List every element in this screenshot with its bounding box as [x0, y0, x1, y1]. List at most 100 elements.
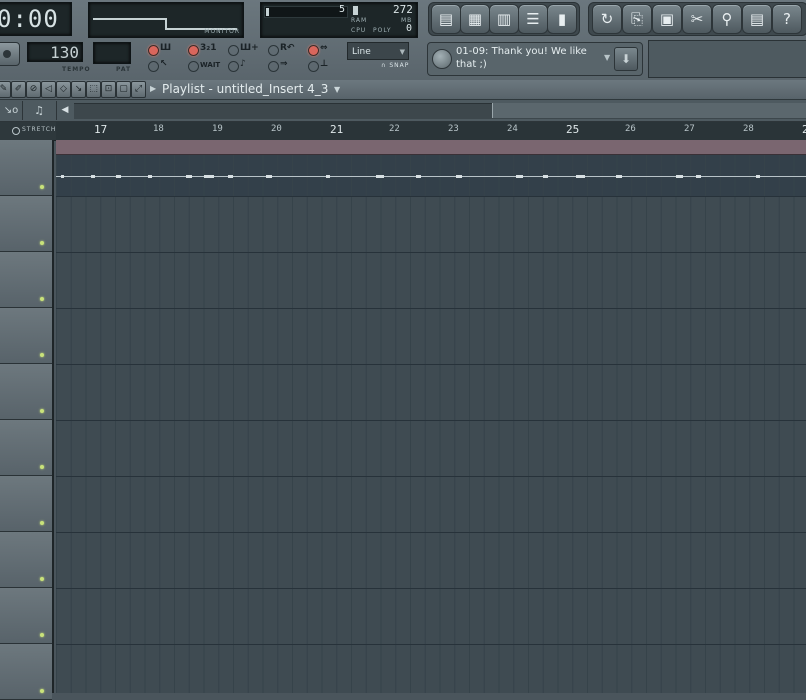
- track-enable-led[interactable]: [40, 633, 44, 637]
- track-enable-led[interactable]: [40, 409, 44, 413]
- track-headers: [0, 140, 54, 700]
- monitor-wave-line: [93, 18, 165, 20]
- mute-tool-icon[interactable]: ◁: [41, 81, 56, 98]
- tempo-display[interactable]: 130: [27, 42, 83, 62]
- track-enable-led[interactable]: [40, 241, 44, 245]
- tools-icon[interactable]: ⚲: [712, 4, 742, 34]
- ruler-bar-number: 20: [271, 124, 282, 134]
- ruler-bar-number: 26: [625, 124, 636, 134]
- blend-notes-led[interactable]: [308, 45, 319, 56]
- step-mode-led[interactable]: [308, 61, 319, 72]
- automation-point: [148, 175, 152, 178]
- playback-tool-icon[interactable]: ▢: [116, 81, 131, 98]
- step-edit-led[interactable]: [228, 45, 239, 56]
- project-info-icon[interactable]: ▤: [742, 4, 772, 34]
- scroll-left-icon[interactable]: ◀: [58, 101, 72, 120]
- save-icon[interactable]: ▣: [652, 4, 682, 34]
- track-header[interactable]: [0, 420, 52, 476]
- typing-keyboard-led[interactable]: [148, 61, 159, 72]
- track-header[interactable]: [0, 476, 52, 532]
- track-header[interactable]: [0, 140, 52, 196]
- slip-tool-icon[interactable]: ◇: [56, 81, 71, 98]
- pattern-picker-icon[interactable]: ♫: [22, 101, 57, 120]
- track-header[interactable]: [0, 196, 52, 252]
- toolbar-empty-panel: [648, 40, 806, 78]
- cpu-label: CPU: [351, 27, 367, 34]
- track-enable-led[interactable]: [40, 465, 44, 469]
- track-header[interactable]: [0, 308, 52, 364]
- playlist-grid[interactable]: [56, 155, 806, 693]
- multilink-led[interactable]: [268, 61, 279, 72]
- track-enable-led[interactable]: [40, 689, 44, 693]
- automation-point: [116, 175, 121, 178]
- ram-meter-fill: [353, 6, 358, 15]
- monitor-label: MONITOR: [204, 28, 240, 35]
- ruler-bar-number: 24: [507, 124, 518, 134]
- countdown-led[interactable]: [188, 45, 199, 56]
- timeline-ruler[interactable]: 17 18 19 20 21 22 23 24 25 26 27 28 29: [56, 122, 806, 141]
- select-tool-icon[interactable]: ⬚: [86, 81, 101, 98]
- playlist-tools: ✎ ✐ ⊘ ◁ ◇ ↘ ⬚ ⊡ ▢ ⤢: [0, 81, 146, 98]
- typing-keyboard-icon: ↖: [160, 59, 168, 69]
- hint-text: 01-09: Thank you! We like that ;): [456, 46, 587, 70]
- auto-scroll-icon: ♪: [240, 59, 246, 69]
- ram-label: RAM: [351, 17, 368, 24]
- ram-value: 272: [393, 3, 413, 16]
- cut-icon[interactable]: ✂: [682, 4, 712, 34]
- browser-icon[interactable]: ☰: [518, 4, 548, 34]
- help-icon[interactable]: ?: [772, 4, 802, 34]
- track-enable-led[interactable]: [40, 185, 44, 189]
- blend-notes-icon: ⇔: [320, 43, 328, 53]
- news-icon[interactable]: [432, 49, 452, 69]
- horizontal-scroll-thumb[interactable]: [492, 103, 806, 118]
- track-header[interactable]: [0, 364, 52, 420]
- step-edit-icon: Ш+: [240, 43, 259, 53]
- stretch-radio[interactable]: [12, 127, 20, 135]
- slice-tool-icon[interactable]: ↘: [71, 81, 86, 98]
- wait-input-led[interactable]: [188, 61, 199, 72]
- pattern-meter: [264, 6, 348, 18]
- track-enable-led[interactable]: [40, 577, 44, 581]
- resize-tool-icon[interactable]: ⤢: [131, 81, 146, 98]
- ruler-bar-number: 22: [389, 124, 400, 134]
- step-sequencer-icon[interactable]: ▦: [460, 4, 490, 34]
- wait-input-icon: WAIT: [200, 61, 221, 69]
- poly-value: 0: [406, 23, 413, 34]
- pattern-display[interactable]: [93, 42, 131, 64]
- draw-tool-icon[interactable]: ✎: [0, 81, 11, 98]
- loop-record-led[interactable]: [268, 45, 279, 56]
- track-enable-led[interactable]: [40, 297, 44, 301]
- track-header[interactable]: [0, 644, 52, 700]
- ruler-bar-number: 28: [743, 124, 754, 134]
- song-time-display[interactable]: 0:00: [0, 2, 72, 36]
- chevron-down-icon[interactable]: ▼: [604, 53, 610, 62]
- zoom-tool-icon[interactable]: ⊡: [101, 81, 116, 98]
- download-icon[interactable]: ⬇: [614, 47, 638, 71]
- record-button[interactable]: [0, 42, 20, 66]
- delete-tool-icon[interactable]: ⊘: [26, 81, 41, 98]
- metronome-led[interactable]: [148, 45, 159, 56]
- step-mode-icon: ⊥: [320, 59, 329, 69]
- mixer-icon[interactable]: ▮: [547, 4, 577, 34]
- paint-tool-icon[interactable]: ✐: [11, 81, 26, 98]
- chevron-down-icon[interactable]: ▼: [334, 81, 340, 98]
- save-as-icon[interactable]: ⎘: [622, 4, 652, 34]
- automation-point: [91, 175, 95, 178]
- snap-value: Line: [352, 47, 371, 57]
- slide-mode-icon[interactable]: ↘o: [0, 101, 23, 120]
- snap-select[interactable]: Line ▼: [347, 42, 409, 60]
- track-enable-led[interactable]: [40, 521, 44, 525]
- loop-region-bar[interactable]: [56, 140, 806, 155]
- track-enable-led[interactable]: [40, 353, 44, 357]
- track-header[interactable]: [0, 252, 52, 308]
- piano-roll-icon[interactable]: ▥: [489, 4, 519, 34]
- auto-scroll-led[interactable]: [228, 61, 239, 72]
- ruler-bar-number: 21: [330, 123, 344, 136]
- playlist-menu-arrow-icon[interactable]: ▶: [150, 82, 158, 96]
- track-header[interactable]: [0, 588, 52, 644]
- cpu-ram-panel: 5 272 RAM MB CPU POLY 0: [260, 2, 418, 38]
- automation-point: [456, 175, 462, 178]
- undo-icon[interactable]: ↻: [592, 4, 622, 34]
- playlist-icon[interactable]: ▤: [431, 4, 461, 34]
- track-header[interactable]: [0, 532, 52, 588]
